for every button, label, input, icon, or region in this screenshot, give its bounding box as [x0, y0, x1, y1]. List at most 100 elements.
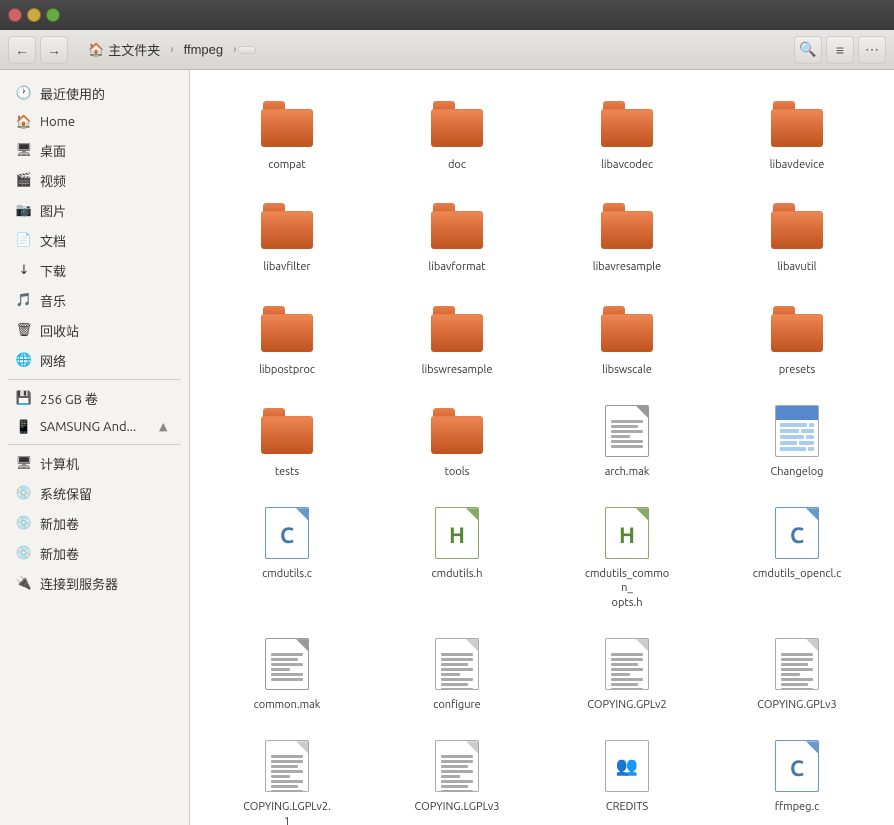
breadcrumb-home[interactable]: 🏠 主文件夹: [80, 37, 168, 62]
sidebar-item-volume256[interactable]: 💾 256 GB 卷: [4, 384, 185, 413]
trash-icon: 🗑: [16, 323, 32, 339]
close-button[interactable]: [8, 8, 22, 22]
sidebar-item-trash[interactable]: 🗑 回收站: [4, 316, 185, 345]
file-item-name: libpostproc: [259, 363, 315, 377]
file-item[interactable]: libavfilter: [206, 188, 368, 282]
file-item[interactable]: COPYING.LGPLv3: [376, 728, 538, 825]
file-item-name: libavutil: [777, 260, 816, 274]
file-item[interactable]: COPYING.LGPLv2.1: [206, 728, 368, 825]
sidebar-item-recent[interactable]: 🕐 最近使用的: [4, 79, 185, 108]
file-item[interactable]: tools: [376, 393, 538, 487]
file-item-name: libswresample: [422, 363, 493, 377]
file-item[interactable]: libpostproc: [206, 291, 368, 385]
sidebar-item-music[interactable]: 🎵 音乐: [4, 286, 185, 315]
sidebar-item-samsung[interactable]: 📱 SAMSUNG And... ▲: [4, 414, 185, 440]
forward-button[interactable]: →: [40, 36, 68, 64]
toolbar-actions: 🔍 ≡ ⋯: [794, 36, 886, 64]
file-item[interactable]: compat: [206, 86, 368, 180]
file-item-name: tools: [445, 465, 470, 479]
sidebar-item-pictures[interactable]: 📷 图片: [4, 196, 185, 225]
sidebar-item-trash-label: 回收站: [40, 321, 173, 340]
file-icon: [597, 196, 657, 256]
file-item[interactable]: libswscale: [546, 291, 708, 385]
sidebar-item-newvol1[interactable]: 💿 新加卷: [4, 509, 185, 538]
breadcrumb-current[interactable]: [238, 46, 256, 54]
sidebar-item-connect[interactable]: 🔌 连接到服务器: [4, 569, 185, 598]
back-button[interactable]: ←: [8, 36, 36, 64]
file-item[interactable]: libavdevice: [716, 86, 878, 180]
file-item[interactable]: H cmdutils.h: [376, 495, 538, 618]
file-item-name: COPYING.LGPLv3: [415, 800, 500, 814]
file-item[interactable]: COPYING.GPLv3: [716, 626, 878, 720]
sidebar-item-video[interactable]: 🎬 视频: [4, 166, 185, 195]
maximize-button[interactable]: [46, 8, 60, 22]
file-item[interactable]: libavcodec: [546, 86, 708, 180]
sidebar-item-documents-label: 文档: [40, 231, 173, 250]
file-item[interactable]: libavutil: [716, 188, 878, 282]
file-item-name: libavdevice: [770, 158, 825, 172]
titlebar: [0, 0, 894, 30]
sidebar-item-system[interactable]: 💿 系统保留: [4, 479, 185, 508]
file-icon: [257, 736, 317, 796]
minimize-button[interactable]: [27, 8, 41, 22]
search-button[interactable]: 🔍: [794, 36, 822, 64]
file-item[interactable]: H cmdutils_common_ opts.h: [546, 495, 708, 618]
file-icon: C: [767, 503, 827, 563]
file-icon: [257, 634, 317, 694]
file-item[interactable]: libavresample: [546, 188, 708, 282]
file-icon: [767, 196, 827, 256]
file-item[interactable]: COPYING.GPLv2: [546, 626, 708, 720]
breadcrumb-sep-1: ›: [170, 43, 173, 56]
file-item[interactable]: configure: [376, 626, 538, 720]
file-item-name: libavfilter: [263, 260, 310, 274]
sidebar-item-newvol2[interactable]: 💿 新加卷: [4, 539, 185, 568]
file-item[interactable]: doc: [376, 86, 538, 180]
newvol2-icon: 💿: [16, 546, 32, 562]
sidebar-item-system-label: 系统保留: [40, 484, 173, 503]
list-view-icon: ≡: [836, 42, 844, 58]
downloads-icon: ↓: [16, 263, 32, 279]
file-icon: [257, 196, 317, 256]
grid-view-button[interactable]: ⋯: [858, 36, 886, 64]
file-item[interactable]: arch.mak: [546, 393, 708, 487]
file-icon: [427, 196, 487, 256]
breadcrumb-ffmpeg[interactable]: ffmpeg: [176, 39, 232, 60]
file-item-name: libavcodec: [601, 158, 653, 172]
sidebar-item-computer[interactable]: 🖥 计算机: [4, 449, 185, 478]
toolbar: ← → 🏠 主文件夹 › ffmpeg › 🔍 ≡ ⋯: [0, 30, 894, 70]
file-item[interactable]: common.mak: [206, 626, 368, 720]
file-item[interactable]: libswresample: [376, 291, 538, 385]
file-icon: [767, 94, 827, 154]
file-item-name: arch.mak: [605, 465, 650, 479]
file-item[interactable]: tests: [206, 393, 368, 487]
file-icon: [257, 401, 317, 461]
file-grid: compat doc libavcodec libavdevice libavfilte…: [206, 86, 878, 825]
search-icon: 🔍: [799, 41, 816, 58]
desktop-icon: 🖥: [16, 143, 32, 159]
file-item-name: cmdutils_common_ opts.h: [582, 567, 672, 610]
file-item[interactable]: C ffmpeg.c: [716, 728, 878, 825]
file-item[interactable]: presets: [716, 291, 878, 385]
sidebar-item-documents[interactable]: 📄 文档: [4, 226, 185, 255]
sidebar-item-downloads[interactable]: ↓ 下载: [4, 256, 185, 285]
file-icon: [427, 634, 487, 694]
file-item[interactable]: C cmdutils.c: [206, 495, 368, 618]
file-item[interactable]: Changelog: [716, 393, 878, 487]
sidebar-item-desktop[interactable]: 🖥 桌面: [4, 136, 185, 165]
file-icon: [767, 634, 827, 694]
file-item-name: common.mak: [254, 698, 321, 712]
sidebar-item-network[interactable]: 🌐 网络: [4, 346, 185, 375]
file-item-name: COPYING.GPLv2: [587, 698, 666, 712]
sidebar-item-home[interactable]: 🏠 Home: [4, 109, 185, 135]
list-view-button[interactable]: ≡: [826, 36, 854, 64]
file-icon: H: [597, 503, 657, 563]
file-icon: [427, 299, 487, 359]
file-item[interactable]: libavformat: [376, 188, 538, 282]
file-item-name: doc: [448, 158, 466, 172]
sidebar-item-recent-label: 最近使用的: [40, 84, 173, 103]
eject-icon[interactable]: ▲: [159, 420, 173, 434]
file-item[interactable]: C cmdutils_opencl.c: [716, 495, 878, 618]
file-item[interactable]: 👥 CREDITS: [546, 728, 708, 825]
file-icon: [257, 299, 317, 359]
grid-view-icon: ⋯: [865, 41, 879, 58]
